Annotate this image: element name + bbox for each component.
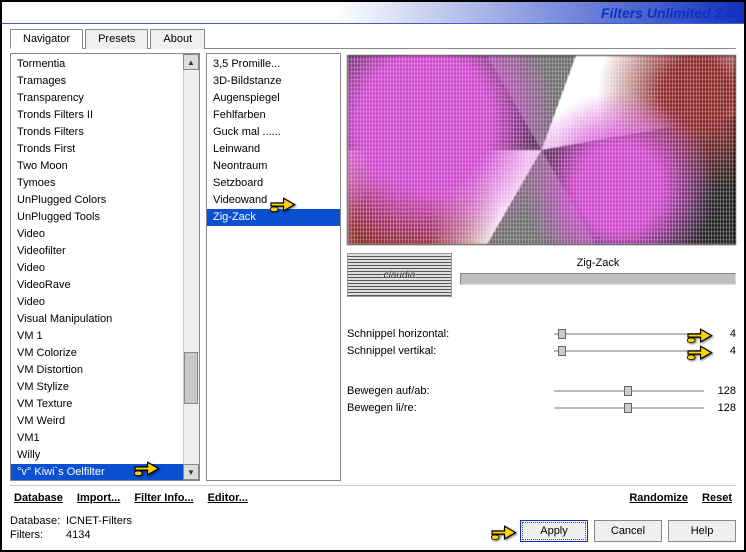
list-item[interactable]: VM1 xyxy=(11,430,199,447)
content: Navigator Presets About TormentiaTramage… xyxy=(2,24,744,550)
list-item[interactable]: Video xyxy=(11,260,199,277)
scrollbar-thumb[interactable] xyxy=(184,352,198,404)
param-label: Schnippel horizontal: xyxy=(347,328,548,340)
list-item[interactable]: Willy xyxy=(11,447,199,464)
param-slider[interactable] xyxy=(554,401,704,415)
list-item[interactable]: 3D-Bildstanze xyxy=(207,73,340,90)
param-value: 4 xyxy=(710,345,736,357)
editor-button[interactable]: Editor... xyxy=(208,492,248,504)
footer: Database:ICNET-Filters Filters:4134 Appl… xyxy=(10,514,736,542)
list-item[interactable]: 3,5 Promille... xyxy=(207,56,340,73)
import-button[interactable]: Import... xyxy=(77,492,120,504)
param-slider[interactable] xyxy=(554,344,704,358)
list-item[interactable]: VM Distortion xyxy=(11,362,199,379)
scrollbar-track[interactable]: ▲ ▼ xyxy=(183,54,199,480)
list-item[interactable]: °v° Kiwi`s Oelfilter xyxy=(11,464,199,481)
scroll-up-icon[interactable]: ▲ xyxy=(183,54,199,70)
slider-thumb[interactable] xyxy=(624,386,632,396)
param-value: 128 xyxy=(710,402,736,414)
list-item[interactable]: Leinwand xyxy=(207,141,340,158)
list-item[interactable]: VideoRave xyxy=(11,277,199,294)
help-button[interactable]: Help xyxy=(668,520,736,542)
app-title: Filters Unlimited 2.0 xyxy=(601,5,734,21)
slider-thumb[interactable] xyxy=(624,403,632,413)
tab-navigator[interactable]: Navigator xyxy=(10,29,83,49)
list-item[interactable]: Tramages xyxy=(11,73,199,90)
list-item[interactable]: VM Weird xyxy=(11,413,199,430)
slider-thumb[interactable] xyxy=(558,329,566,339)
param-label: Bewegen auf/ab: xyxy=(347,385,548,397)
params-block-1: Schnippel horizontal:4Schnippel vertikal… xyxy=(347,325,736,417)
list-item[interactable]: Fehlfarben xyxy=(207,107,340,124)
filter-name-box: Zig-Zack xyxy=(460,255,736,295)
param-slider[interactable] xyxy=(554,384,704,398)
list-item[interactable]: VM Colorize xyxy=(11,345,199,362)
window: Filters Unlimited 2.0 Navigator Presets … xyxy=(0,0,746,552)
list-item[interactable]: Setzboard xyxy=(207,175,340,192)
list-item[interactable]: Tronds Filters II xyxy=(11,107,199,124)
reset-button[interactable]: Reset xyxy=(702,492,732,504)
author-logo: claudia xyxy=(347,253,452,297)
scroll-down-icon[interactable]: ▼ xyxy=(183,464,199,480)
list-item[interactable]: UnPlugged Tools xyxy=(11,209,199,226)
list-item[interactable]: VM 1 xyxy=(11,328,199,345)
list-item[interactable]: VM Stylize xyxy=(11,379,199,396)
cancel-button[interactable]: Cancel xyxy=(594,520,662,542)
list-item[interactable]: Two Moon xyxy=(11,158,199,175)
list-item[interactable]: Neontraum xyxy=(207,158,340,175)
filter-name: Zig-Zack xyxy=(460,255,736,273)
list-item[interactable]: Augenspiegel xyxy=(207,90,340,107)
database-button[interactable]: Database xyxy=(14,492,63,504)
list-item[interactable]: Visual Manipulation xyxy=(11,311,199,328)
apply-button[interactable]: Apply xyxy=(520,520,588,542)
list-item[interactable]: Guck mal ...... xyxy=(207,124,340,141)
list-item[interactable]: Tymoes xyxy=(11,175,199,192)
randomize-button[interactable]: Randomize xyxy=(629,492,688,504)
preview-image xyxy=(347,55,736,245)
list-item[interactable]: Transparency xyxy=(11,90,199,107)
list-item[interactable]: UnPlugged Colors xyxy=(11,192,199,209)
list-item[interactable]: Video xyxy=(11,294,199,311)
param-value: 128 xyxy=(710,385,736,397)
preview-panel: claudia Zig-Zack Schnippel horizontal:4S… xyxy=(347,53,736,481)
filter-info-button[interactable]: Filter Info... xyxy=(134,492,193,504)
slider-thumb[interactable] xyxy=(558,346,566,356)
dialog-buttons: Apply Cancel Help xyxy=(520,520,736,542)
filter-list[interactable]: 3,5 Promille...3D-BildstanzeAugenspiegel… xyxy=(206,53,341,481)
tab-about[interactable]: About xyxy=(150,29,205,49)
param-slider[interactable] xyxy=(554,327,704,341)
param-label: Bewegen li/re: xyxy=(347,402,548,414)
list-item[interactable]: Video xyxy=(11,226,199,243)
toolbar: Database Import... Filter Info... Editor… xyxy=(10,485,736,510)
param-row: Bewegen li/re: 128 xyxy=(347,400,736,416)
titlebar: Filters Unlimited 2.0 xyxy=(2,2,744,24)
main-row: TormentiaTramagesTransparencyTronds Filt… xyxy=(10,53,736,481)
tab-presets[interactable]: Presets xyxy=(85,29,148,49)
tab-strip: Navigator Presets About xyxy=(10,28,736,49)
progress-bar xyxy=(460,273,736,285)
db-info: Database:ICNET-Filters Filters:4134 xyxy=(10,514,132,542)
param-row: Bewegen auf/ab: 128 xyxy=(347,383,736,399)
param-label: Schnippel vertikal: xyxy=(347,345,548,357)
pointer-hand-icon xyxy=(488,520,518,542)
param-value: 4 xyxy=(710,328,736,340)
category-list[interactable]: TormentiaTramagesTransparencyTronds Filt… xyxy=(10,53,200,481)
param-row: Schnippel horizontal: 4 xyxy=(347,326,736,342)
list-item[interactable]: Tormentia xyxy=(11,56,199,73)
list-item[interactable]: VM Texture xyxy=(11,396,199,413)
param-row: Schnippel vertikal: 4 xyxy=(347,343,736,359)
list-item[interactable]: Zig-Zack xyxy=(207,209,340,226)
list-item[interactable]: Videofilter xyxy=(11,243,199,260)
list-item[interactable]: Tronds Filters xyxy=(11,124,199,141)
filter-title-row: claudia Zig-Zack xyxy=(347,253,736,297)
list-item[interactable]: Videowand xyxy=(207,192,340,209)
list-item[interactable]: Tronds First xyxy=(11,141,199,158)
